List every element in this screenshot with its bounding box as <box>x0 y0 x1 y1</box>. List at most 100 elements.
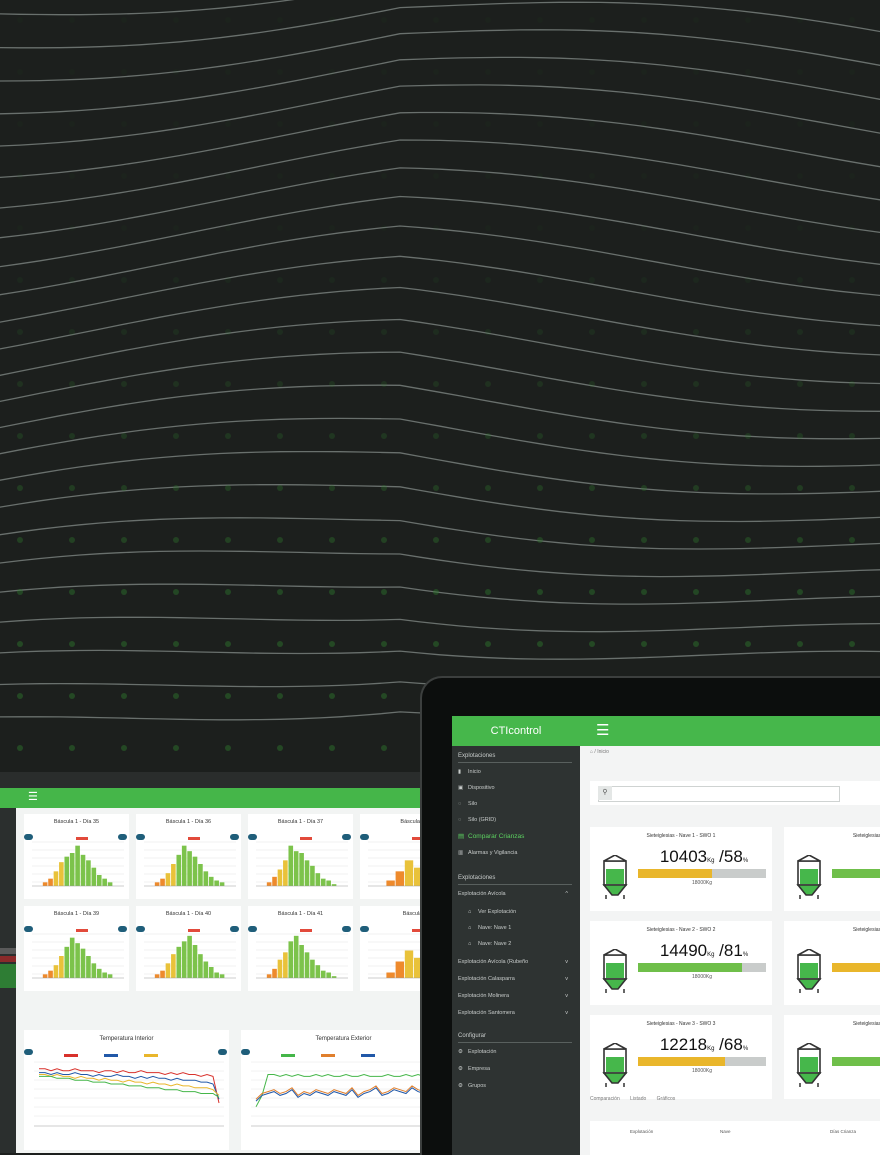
histogram-chart <box>144 837 236 887</box>
sidebar-section-configurar: Configurar <box>458 1033 487 1039</box>
legend-swatch <box>64 1054 78 1057</box>
sidebar-item-inicio[interactable]: ▮ Inicio <box>458 769 574 775</box>
silo-card[interactable]: Sieteiglesias - Nave 3 - SWO 3 12218Kg /… <box>590 1015 772 1099</box>
histogram-bar <box>283 860 288 886</box>
sidebar: CTIcontrol Explotaciones ▮ Inicio ▣ Dispos… <box>452 716 580 1155</box>
sidebar-item-alarmas[interactable]: ▥ Alarmas y Vigilancia <box>458 850 574 856</box>
histogram-chart <box>32 837 124 887</box>
sidebar-item-explotacion-santomera[interactable]: Explotación Santomera v <box>458 1010 574 1016</box>
tab-bar: Comparación Listado Gráficos <box>590 1096 684 1102</box>
cogs-icon: ⚙ <box>458 1066 463 1072</box>
silo-card-title: Sieteiglesias - Nave <box>852 927 880 933</box>
histogram-bar <box>203 961 209 978</box>
app-screen: CTIcontrol Explotaciones ▮ Inicio ▣ Dispos… <box>452 716 880 1155</box>
cogs-icon: ⚙ <box>458 1049 463 1055</box>
sidebar-item-silo[interactable]: ◌ Silo <box>458 801 574 807</box>
cogs-icon: ⚙ <box>458 1083 463 1089</box>
camera-icon[interactable] <box>241 1049 250 1055</box>
silo-reading: 1289 <box>834 941 880 961</box>
menu-icon[interactable]: ☰ <box>28 790 38 803</box>
histogram-bar <box>91 867 97 886</box>
histogram-bar <box>86 860 91 886</box>
histogram-bar <box>219 882 225 886</box>
tab-listado[interactable]: Listado <box>630 1096 646 1102</box>
sidebar-item-comparar-crianzas[interactable]: ▤ Comparar Crianzas <box>458 832 574 840</box>
silo-card[interactable]: Sieteiglesias - Nave 140 <box>784 827 880 911</box>
silo-icon <box>602 949 628 993</box>
histogram-chart <box>144 929 236 979</box>
histogram-bar <box>192 856 198 886</box>
sidebar-item-nave-1[interactable]: ⌂ Nave: Nave 1 <box>468 925 584 931</box>
silo-level-fill <box>832 1057 880 1066</box>
silo-icon <box>796 949 822 993</box>
histogram-panel: Báscula 1 - Día 39 <box>24 906 129 991</box>
back-sidebar-item[interactable] <box>0 956 16 962</box>
home-icon[interactable]: ⌂ <box>590 749 593 755</box>
histogram-bar <box>214 880 219 886</box>
sidebar-item-explotacion-avicola[interactable]: Explotación Avícola ^ <box>458 891 574 897</box>
silo-icon <box>602 855 628 899</box>
histogram-title: Báscula 1 - Día 36 <box>165 819 212 825</box>
marker-label <box>188 837 200 840</box>
silo-capacity: 18000Kg <box>691 974 713 980</box>
histogram-bar <box>42 974 48 978</box>
tab-graficos[interactable]: Gráficos <box>657 1096 676 1102</box>
app-logo[interactable]: CTIcontrol <box>452 716 580 746</box>
search-input[interactable] <box>598 786 840 802</box>
histogram-bar <box>42 882 48 886</box>
sidebar-item-explotacion-molinera[interactable]: Explotación Molinera v <box>458 993 574 999</box>
sidebar-item-dispositivo[interactable]: ▣ Dispositivo <box>458 785 574 791</box>
silo-card[interactable]: Sieteiglesias - Nave 1 - SWO 1 10403Kg /… <box>590 827 772 911</box>
histogram-panel: Báscula 1 - Día 37 <box>248 814 353 899</box>
histogram-bar <box>102 878 107 886</box>
sidebar-item-ver-explotacion[interactable]: ⌂ Ver Explotación <box>468 909 584 915</box>
silo-level-fill <box>832 963 880 972</box>
silo-separator: / <box>714 847 724 866</box>
silo-pct-unit: % <box>742 952 749 958</box>
sidebar-item-silo-grid[interactable]: ◌ Silo (GRID) <box>458 817 574 823</box>
sidebar-item-config-grupos[interactable]: ⚙ Grupos <box>458 1083 574 1089</box>
silo-card[interactable]: Sieteiglesias - Nave 2 - SWO 2 14490Kg /… <box>590 921 772 1005</box>
sidebar-item-explotacion-calasparra[interactable]: Explotación Calasparra v <box>458 976 574 982</box>
histogram-bar <box>310 959 315 978</box>
sidebar-item-config-explotacion[interactable]: ⚙ Explotación <box>458 1049 574 1055</box>
back-sidebar-item[interactable] <box>0 964 16 988</box>
histogram-bar <box>293 851 299 886</box>
camera-icon[interactable] <box>24 1049 33 1055</box>
silo-card[interactable]: Sieteiglesias - Nave 1289 <box>784 921 880 1005</box>
silo-pct: 68 <box>723 1035 743 1054</box>
histogram-bar <box>266 974 272 978</box>
histogram-bar <box>272 968 277 978</box>
silo-reading: 10403Kg /58% <box>640 847 768 867</box>
silo-card[interactable]: Sieteiglesias - Nave 1378 <box>784 1015 880 1099</box>
histogram-bar <box>331 976 337 978</box>
sidebar-item-config-empresa[interactable]: ⚙ Empresa <box>458 1066 574 1072</box>
breadcrumb-current[interactable]: Inicio <box>597 749 609 755</box>
back-sidebar-item[interactable] <box>0 948 16 954</box>
tab-comparacion[interactable]: Comparación <box>590 1096 620 1102</box>
histogram-bar <box>171 864 176 886</box>
back-topbar: ☰ <box>0 788 440 808</box>
histogram-bar <box>304 952 310 978</box>
histogram-title: Báscula 1 - Día 40 <box>165 911 212 917</box>
farm-icon: ⌂ <box>468 909 472 915</box>
divider <box>458 1042 572 1043</box>
sidebar-item-explotacion-rubeno[interactable]: Explotación Avícola (Rubeño v <box>458 959 574 965</box>
histogram-title: Báscula 1 - Día 37 <box>277 819 324 825</box>
histogram-bar <box>80 948 86 978</box>
search-icon[interactable]: ⚲ <box>598 786 612 800</box>
comparison-table: Explotación Nave Días Crianza <box>590 1121 880 1155</box>
histogram-bar <box>203 871 209 886</box>
histogram-bar <box>404 950 414 978</box>
device-icon: ▣ <box>458 785 464 791</box>
silo-pct-unit: % <box>742 858 749 864</box>
silo-level-fill <box>638 869 713 878</box>
histogram-bar <box>69 937 75 978</box>
chevron-down-icon: v <box>565 1010 568 1016</box>
menu-icon[interactable]: ☰ <box>596 721 609 739</box>
histogram-bar <box>59 862 64 886</box>
sidebar-item-nave-2[interactable]: ⌂ Nave: Nave 2 <box>468 941 584 947</box>
silo-icon <box>796 1043 822 1087</box>
table-header-dias-crianza: Días Crianza <box>830 1129 857 1134</box>
histogram-title: Báscula 1 - Día 39 <box>53 911 100 917</box>
